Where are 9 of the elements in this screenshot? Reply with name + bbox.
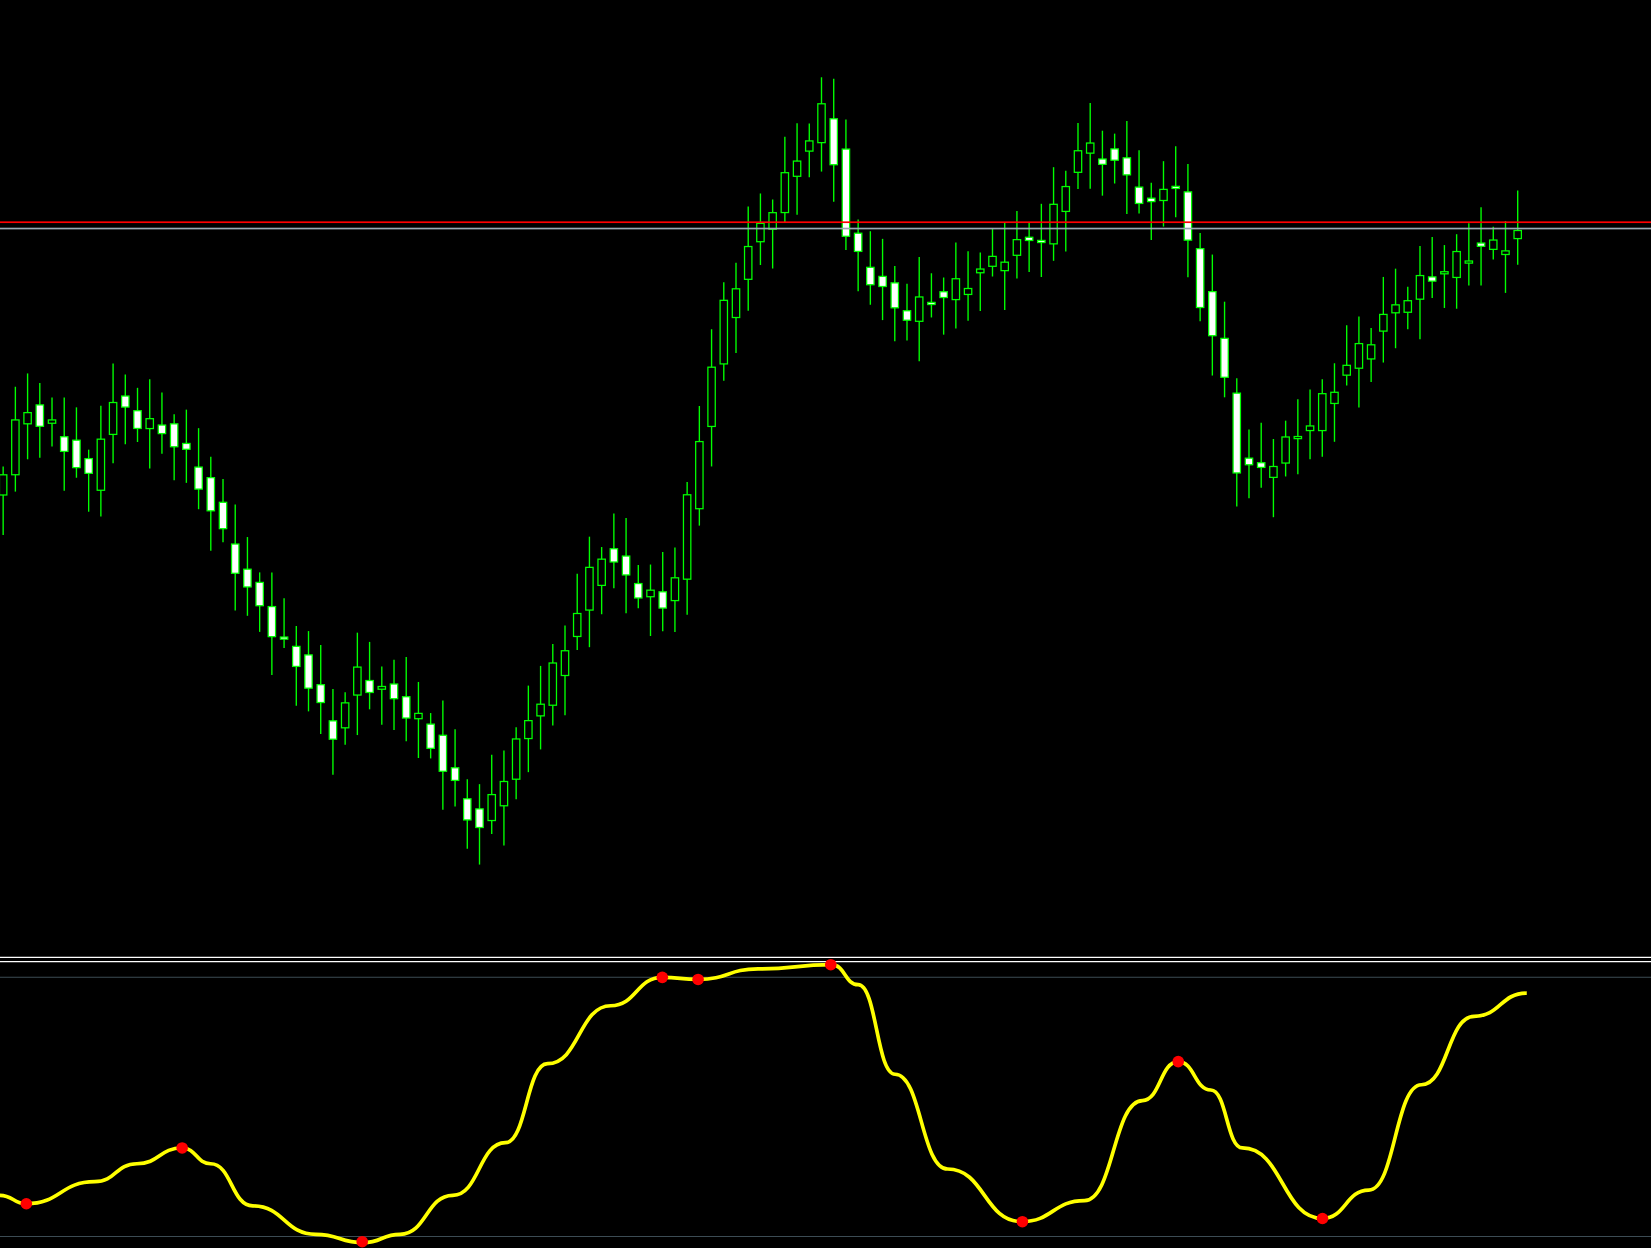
signal-dot [20, 1197, 33, 1210]
signal-dot [1172, 1055, 1184, 1068]
signal-dot [692, 973, 704, 986]
signal-dot [356, 1235, 368, 1248]
signal-dot [656, 971, 669, 984]
signal-dot [176, 1142, 188, 1154]
signal-dot [824, 958, 837, 971]
signal-dot [1316, 1212, 1329, 1225]
signal-dot [1016, 1215, 1029, 1228]
